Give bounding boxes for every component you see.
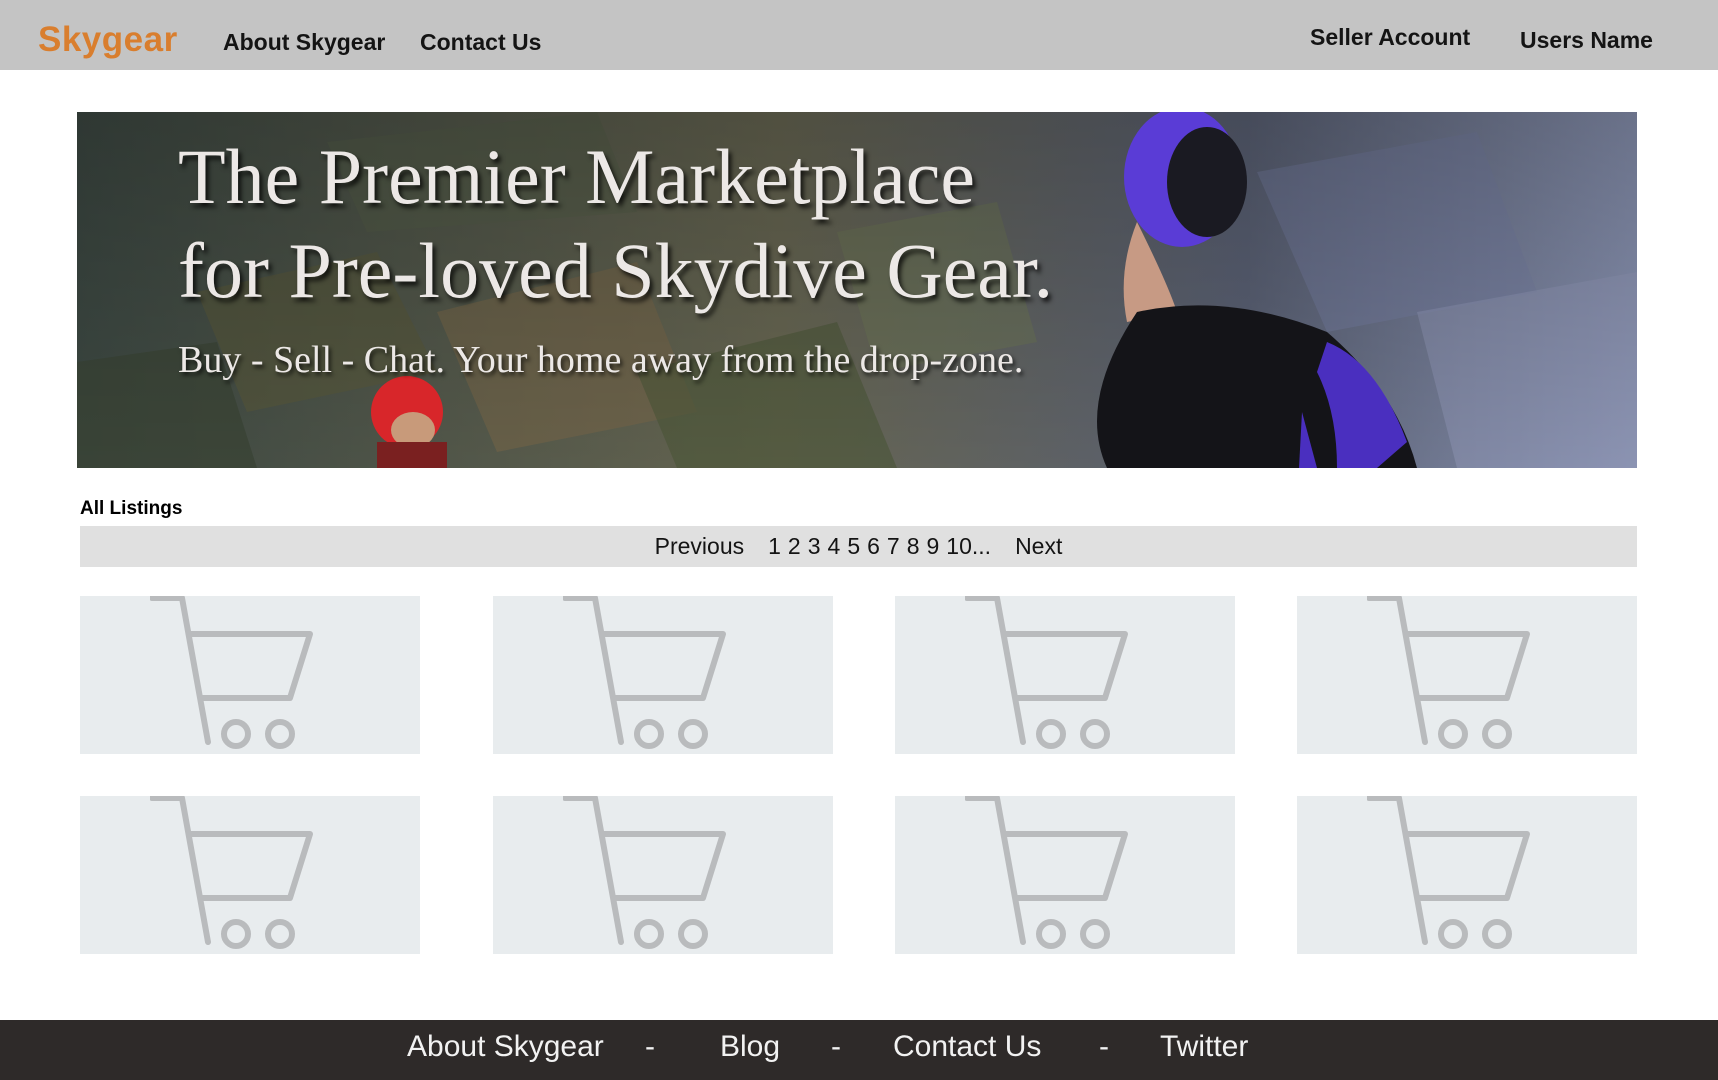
- pagination-page[interactable]: 5: [847, 533, 860, 560]
- site-footer: About Skygear - Blog - Contact Us - Twit…: [0, 1020, 1718, 1080]
- shopping-cart-icon: [563, 596, 726, 749]
- pagination-page[interactable]: 1: [768, 533, 781, 560]
- pagination-page[interactable]: 8: [907, 533, 920, 560]
- listing-card[interactable]: [1297, 596, 1637, 754]
- listing-card[interactable]: [895, 796, 1235, 954]
- hero-title-line-1: The Premier Marketplace: [178, 133, 975, 220]
- nav-contact-link[interactable]: Contact Us: [420, 29, 541, 56]
- brand-logo[interactable]: Skygear: [38, 20, 178, 60]
- shopping-cart-icon: [1367, 796, 1530, 949]
- pagination-page[interactable]: 4: [828, 533, 841, 560]
- pagination-bar: Previous 1 2 3 4 5 6 7 8 9 10... Next: [80, 526, 1637, 567]
- footer-separator: -: [1099, 1030, 1109, 1063]
- pagination-page[interactable]: 10...: [946, 533, 991, 560]
- top-navbar: Skygear About Skygear Contact Us Seller …: [0, 0, 1718, 70]
- pagination-page[interactable]: 9: [927, 533, 940, 560]
- pagination-page[interactable]: 6: [867, 533, 880, 560]
- seller-account-link[interactable]: Seller Account: [1310, 24, 1470, 51]
- footer-separator: -: [831, 1030, 841, 1063]
- listing-card[interactable]: [80, 796, 420, 954]
- shopping-cart-icon: [563, 796, 726, 949]
- pagination-previous[interactable]: Previous: [655, 533, 744, 560]
- pagination-pages: 1 2 3 4 5 6 7 8 9 10...: [768, 533, 991, 560]
- hero-title: The Premier Marketplace for Pre-loved Sk…: [178, 130, 1053, 318]
- listing-card[interactable]: [895, 596, 1235, 754]
- hero-banner: The Premier Marketplace for Pre-loved Sk…: [77, 112, 1637, 468]
- listing-card[interactable]: [493, 796, 833, 954]
- shopping-cart-icon: [965, 596, 1128, 749]
- shopping-cart-icon: [1367, 596, 1530, 749]
- footer-twitter-link[interactable]: Twitter: [1160, 1030, 1248, 1064]
- listing-card[interactable]: [80, 596, 420, 754]
- pagination-page[interactable]: 2: [788, 533, 801, 560]
- footer-blog-link[interactable]: Blog: [720, 1030, 780, 1064]
- nav-about-link[interactable]: About Skygear: [223, 29, 385, 56]
- hero-subtitle: Buy - Sell - Chat. Your home away from t…: [178, 339, 1024, 381]
- footer-separator: -: [645, 1030, 655, 1063]
- shopping-cart-icon: [150, 596, 313, 749]
- user-name-link[interactable]: Users Name: [1520, 27, 1653, 54]
- footer-about-link[interactable]: About Skygear: [407, 1030, 604, 1064]
- pagination-page[interactable]: 7: [887, 533, 900, 560]
- hero-title-line-2: for Pre-loved Skydive Gear.: [178, 227, 1054, 314]
- listing-card[interactable]: [1297, 796, 1637, 954]
- shopping-cart-icon: [150, 796, 313, 949]
- pagination-next[interactable]: Next: [1015, 533, 1062, 560]
- all-listings-heading: All Listings: [80, 498, 183, 519]
- shopping-cart-icon: [965, 796, 1128, 949]
- footer-contact-link[interactable]: Contact Us: [893, 1030, 1041, 1064]
- pagination-page[interactable]: 3: [808, 533, 821, 560]
- listing-card[interactable]: [493, 596, 833, 754]
